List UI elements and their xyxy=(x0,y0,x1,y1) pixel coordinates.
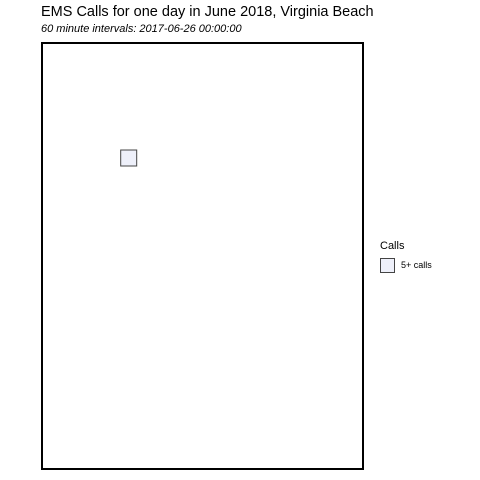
plot-panel xyxy=(41,42,364,470)
legend-item-label: 5+ calls xyxy=(401,260,432,270)
legend-title: Calls xyxy=(380,240,405,252)
heatmap-cell xyxy=(120,149,138,167)
legend-swatch xyxy=(380,258,395,273)
heatmap-plot xyxy=(41,42,364,470)
cells-layer xyxy=(120,149,138,167)
legend-item: 5+ calls xyxy=(380,258,432,273)
legend: Calls 5+ calls xyxy=(380,240,432,273)
